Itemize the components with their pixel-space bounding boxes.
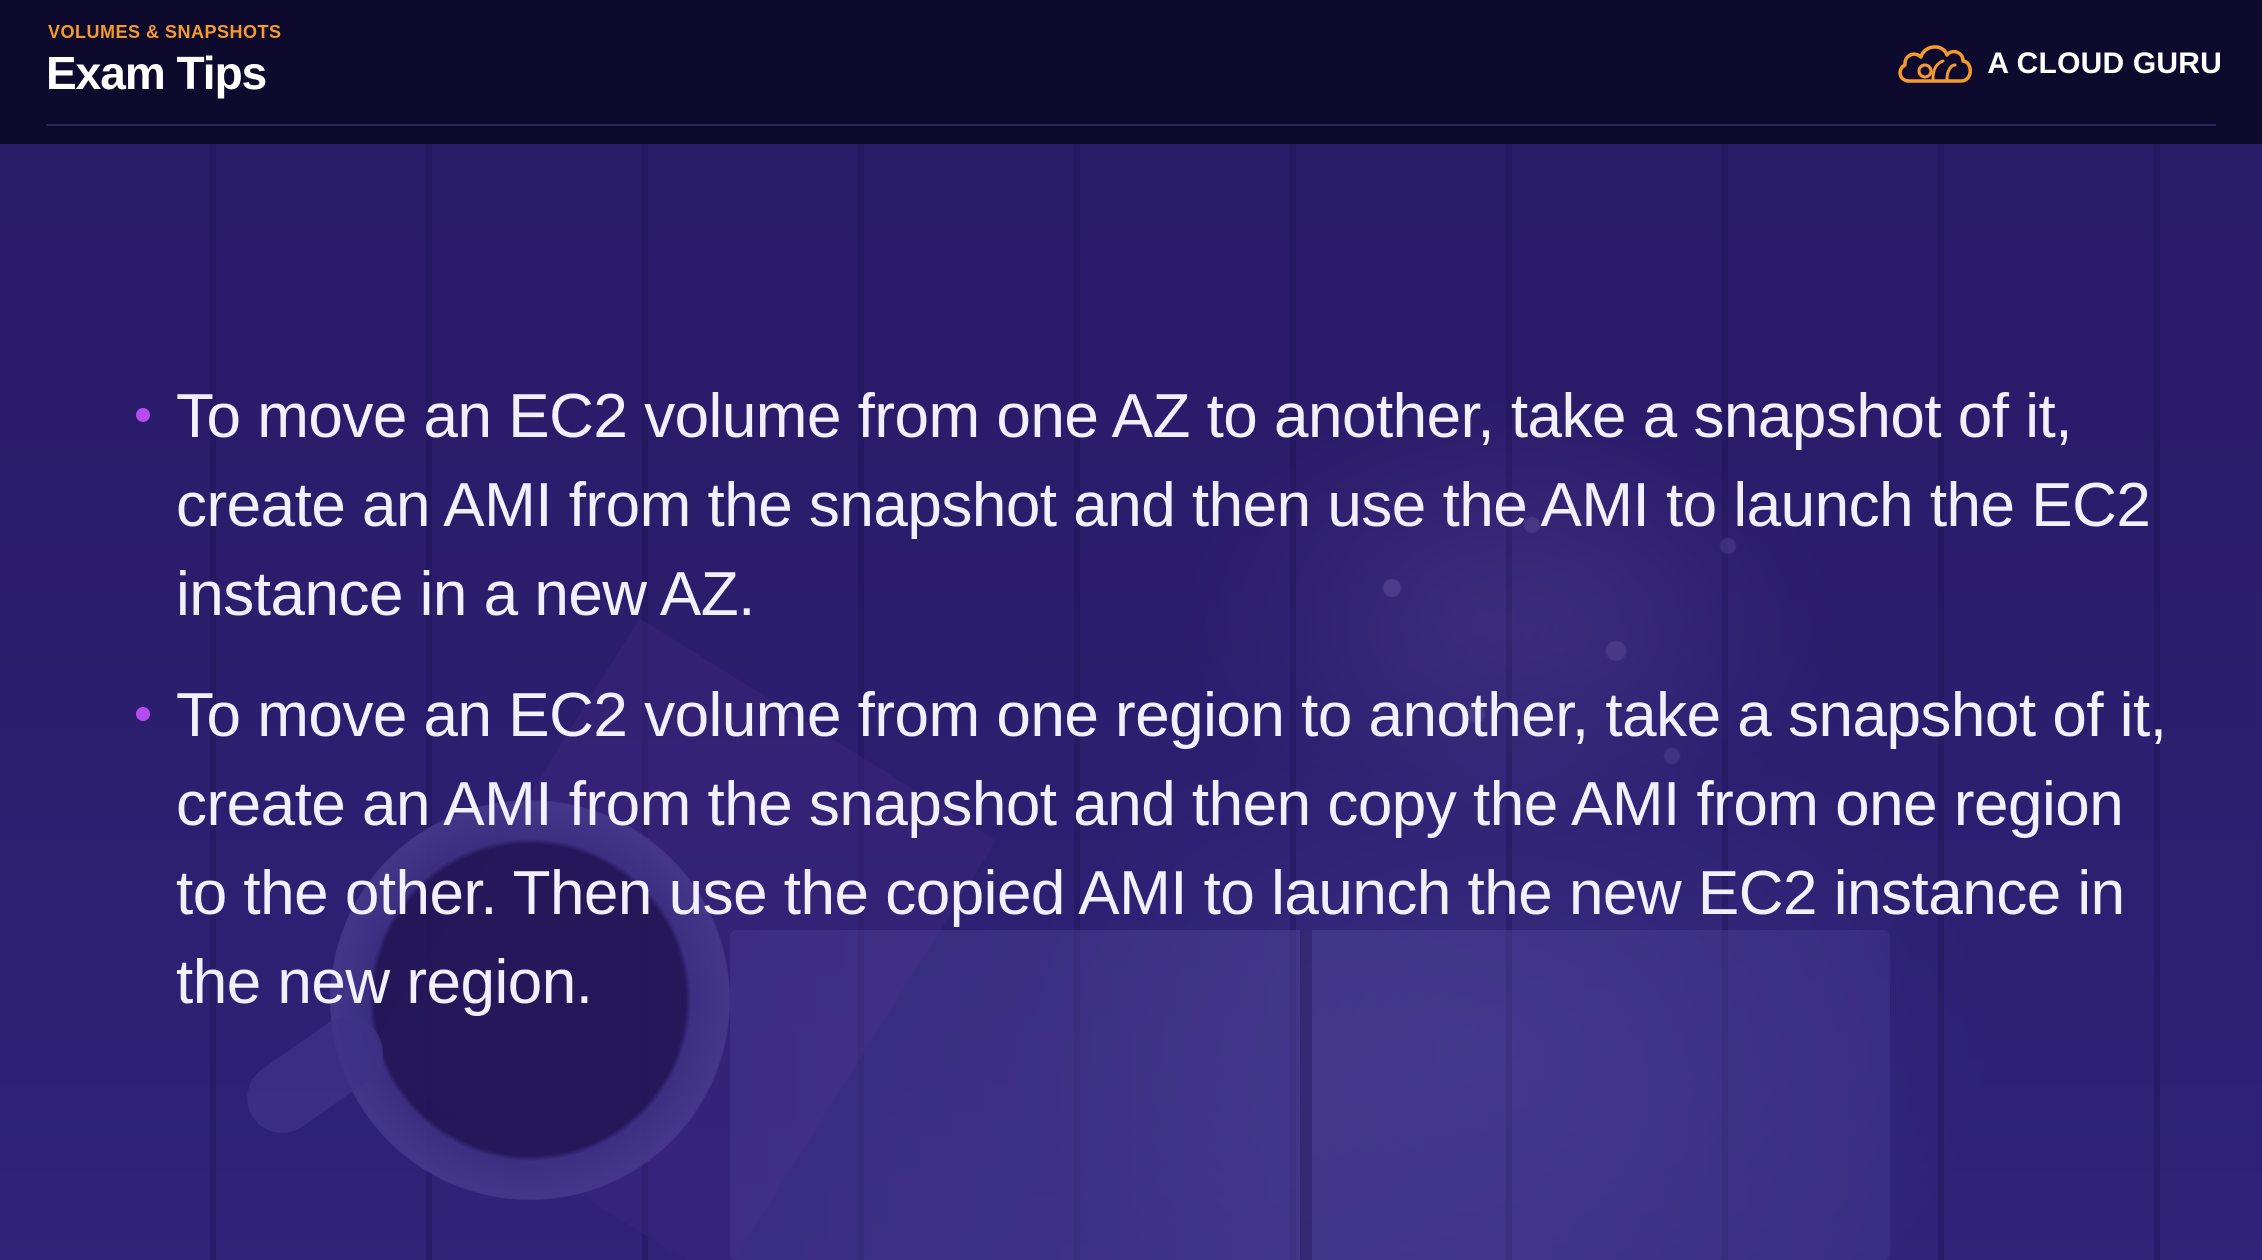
bullet-dot-icon: [136, 707, 150, 721]
bullet-text: To move an EC2 volume from one AZ to ano…: [176, 382, 2151, 629]
bullet-list: To move an EC2 volume from one AZ to ano…: [136, 372, 2176, 1059]
section-kicker: VOLUMES & SNAPSHOTS: [48, 22, 282, 42]
bullet-item: To move an EC2 volume from one AZ to ano…: [136, 372, 2176, 639]
slide-title: Exam Tips: [46, 47, 267, 99]
slide-header: VOLUMES & SNAPSHOTS Exam Tips A CLOUD GU…: [0, 0, 2262, 144]
bullet-item: To move an EC2 volume from one region to…: [136, 671, 2176, 1027]
header-divider: [46, 124, 2216, 126]
brand-name: A CLOUD GURU: [1987, 47, 2222, 80]
bullet-text: To move an EC2 volume from one region to…: [176, 681, 2167, 1017]
cloud-logo-icon: [1895, 39, 1975, 89]
bullet-dot-icon: [136, 408, 150, 422]
brand: A CLOUD GURU: [1895, 36, 2222, 92]
slide: VOLUMES & SNAPSHOTS Exam Tips A CLOUD GU…: [0, 0, 2262, 1260]
